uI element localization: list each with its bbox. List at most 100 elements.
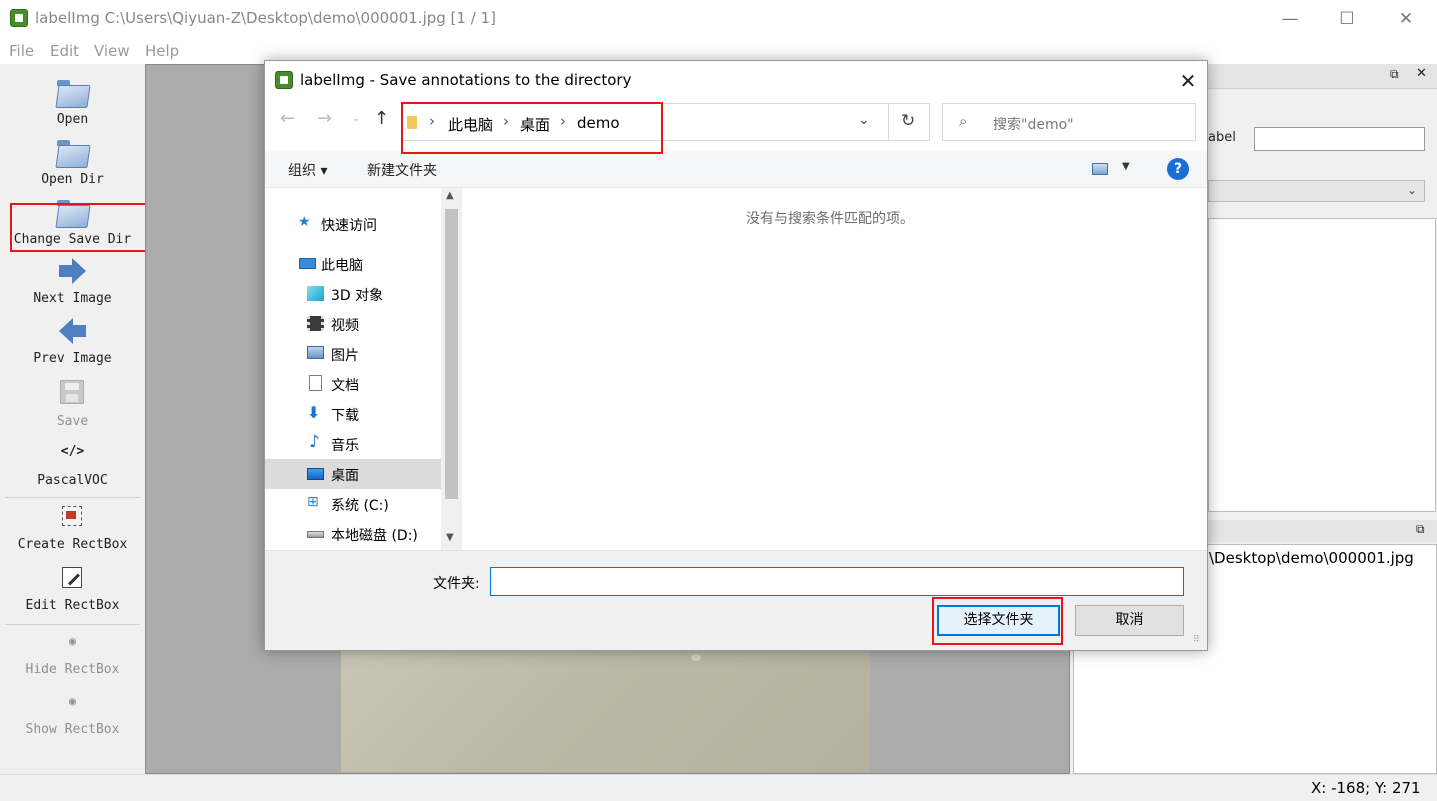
left-toolbar: Open Open Dir Change Save Dir Next Image… [0,64,145,774]
create-rect-icon [62,506,82,526]
nav-item-3d-objects[interactable]: 3D 对象 [265,279,441,309]
organize-button[interactable]: 组织 ▾ [288,160,327,180]
file-list-item[interactable]: \Desktop\demo\000001.jpg [1209,549,1414,567]
address-dropdown-chevron-icon[interactable]: ⌄ [858,112,870,128]
help-icon[interactable]: ? [1167,158,1189,180]
save-button[interactable]: Save [0,378,145,430]
forward-arrow-icon[interactable]: → [317,108,332,129]
edit-pencil-icon [62,567,82,588]
download-arrow-icon: ⬇ [307,403,321,422]
back-arrow-icon[interactable]: ← [280,108,295,129]
open-dir-button[interactable]: Open Dir [0,138,145,190]
new-folder-button[interactable]: 新建文件夹 [367,160,437,180]
hide-rectbox-button[interactable]: ◉ Hide RectBox [0,632,145,684]
nav-item-label: 系统 (C:) [331,498,389,514]
toolbar-divider [5,497,140,498]
chevron-right-icon: › [429,112,435,130]
nav-item-downloads[interactable]: ⬇ 下载 [265,399,441,429]
save-label: Save [56,414,89,429]
folder-field-label: 文件夹: [433,576,480,592]
nav-item-pictures[interactable]: 图片 [265,339,441,369]
resize-grip-icon[interactable]: ⠿ [1193,635,1200,645]
search-box[interactable]: ⌕ 搜索"demo" [942,103,1196,141]
box-labels-panel: ⧉ ✕ abel ⌄ [1208,64,1437,520]
folder-input[interactable] [490,567,1184,596]
code-format-icon: </> [60,444,85,459]
menu-edit[interactable]: Edit [50,42,79,60]
breadcrumb-demo[interactable]: demo [577,114,620,132]
nav-item-desktop[interactable]: 桌面 [265,459,441,489]
nav-pane-scrollbar[interactable]: ▲ ▼ [441,188,462,550]
nav-item-label: 图片 [331,348,359,364]
create-rectbox-button[interactable]: Create RectBox [0,504,145,556]
change-save-dir-button[interactable]: Change Save Dir [0,198,145,250]
cursor-coordinates: X: -168; Y: 271 [1311,779,1421,797]
minimize-button[interactable]: — [1261,0,1319,38]
view-dropdown-chevron-icon[interactable]: ▼ [1122,161,1130,172]
navigation-pane: ★ 快速访问 此电脑 3D 对象 视频 图片 文档 ⬇ 下载 ♪ 音乐 桌面 ⊞… [265,188,462,550]
breadcrumb-this-pc[interactable]: 此电脑 [448,114,493,135]
nav-item-label: 视频 [331,318,359,334]
scroll-up-icon[interactable]: ▲ [446,190,454,201]
nav-item-label: 文档 [331,378,359,394]
menu-file[interactable]: File [9,42,34,60]
nav-item-videos[interactable]: 视频 [265,309,441,339]
open-dir-label: Open Dir [41,172,104,187]
prev-arrow-icon [59,318,73,344]
use-default-label-text: abel [1208,130,1236,145]
folder-save-icon [57,200,87,226]
change-save-dir-label: Change Save Dir [13,232,132,247]
edit-rectbox-button[interactable]: Edit RectBox [0,565,145,617]
show-rectbox-button[interactable]: ◉ Show RectBox [0,692,145,744]
open-button[interactable]: Open [0,78,145,130]
label-list[interactable] [1208,218,1436,512]
empty-results-message: 没有与搜索条件匹配的项。 [746,211,914,227]
cancel-button[interactable]: 取消 [1075,605,1184,636]
nav-item-this-pc[interactable]: 此电脑 [265,249,441,279]
nav-item-documents[interactable]: 文档 [265,369,441,399]
desktop-icon [307,468,324,480]
file-content-pane[interactable]: 没有与搜索条件匹配的项。 [462,188,1207,550]
search-icon: ⌕ [959,112,968,130]
up-arrow-icon[interactable]: ↑ [374,108,389,129]
hard-drive-icon [307,531,324,538]
dock-float-icon[interactable]: ⧉ [1390,67,1399,82]
breadcrumb-desktop[interactable]: 桌面 [520,114,550,135]
show-rectbox-label: Show RectBox [25,722,120,737]
recent-locations-chevron-icon[interactable]: ⌄ [352,113,360,124]
cube-3d-icon [307,286,324,301]
film-icon [307,316,324,331]
menu-help[interactable]: Help [145,42,179,60]
prev-image-label: Prev Image [33,351,112,366]
prev-image-button[interactable]: Prev Image [0,318,145,368]
format-toggle-button[interactable]: </> PascalVOC [0,442,145,494]
chevron-right-icon: › [560,112,566,130]
dock-float-icon[interactable]: ⧉ [1416,522,1425,537]
scrollbar-thumb[interactable] [445,209,458,499]
close-button[interactable]: ✕ [1377,0,1435,38]
dock-close-icon[interactable]: ✕ [1416,66,1427,81]
dialog-close-button[interactable]: ✕ [1173,66,1203,96]
default-label-input[interactable] [1254,127,1425,151]
music-note-icon: ♪ [309,432,320,452]
box-labels-dock-header: ⧉ ✕ [1208,64,1437,89]
label-select-dropdown[interactable]: ⌄ [1208,180,1425,202]
nav-item-quick-access[interactable]: ★ 快速访问 [265,209,441,239]
nav-item-label: 音乐 [331,438,359,454]
nav-item-drive-c[interactable]: ⊞ 系统 (C:) [265,489,441,519]
menu-view[interactable]: View [94,42,130,60]
nav-item-drive-d[interactable]: 本地磁盘 (D:) [265,519,441,549]
computer-icon [299,258,316,269]
address-bar[interactable]: › 此电脑 › 桌面 › demo ⌄ [402,103,889,141]
view-options-icon[interactable] [1092,163,1108,175]
dialog-title: labelImg - Save annotations to the direc… [300,71,632,89]
nav-item-label: 快速访问 [321,218,377,234]
scroll-down-icon[interactable]: ▼ [446,532,454,543]
next-image-label: Next Image [33,291,112,306]
select-folder-button[interactable]: 选择文件夹 [937,605,1060,636]
nav-item-music[interactable]: ♪ 音乐 [265,429,441,459]
refresh-button[interactable]: ↻ [889,103,930,141]
next-arrow-icon [59,265,73,277]
maximize-button[interactable]: ☐ [1318,0,1376,38]
next-image-button[interactable]: Next Image [0,258,145,308]
